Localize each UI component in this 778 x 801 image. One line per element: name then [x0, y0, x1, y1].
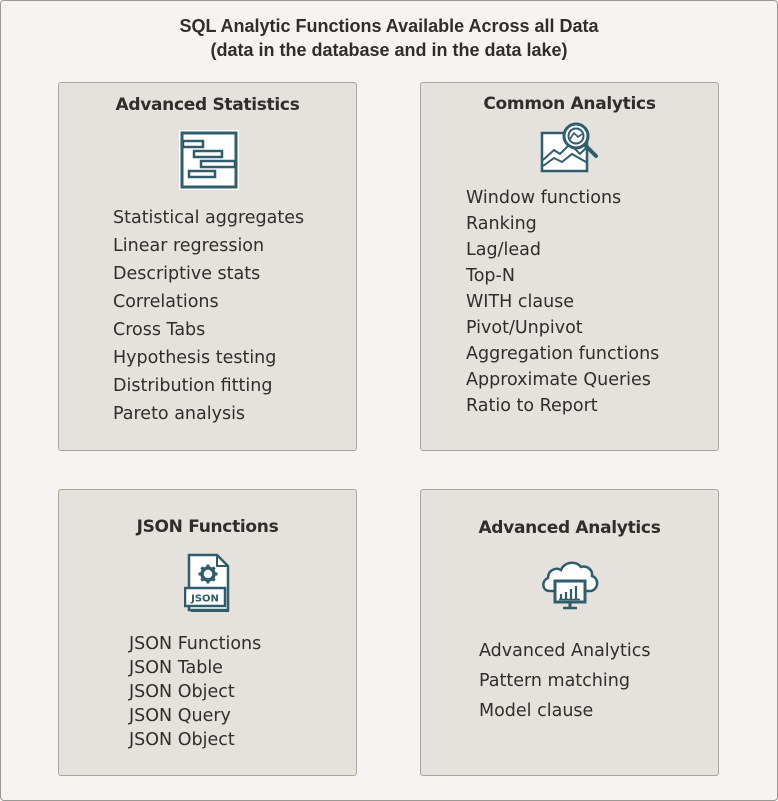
list-item: JSON Object [129, 682, 235, 702]
panel-advanced-statistics: Advanced Statistics Statistical aggregat… [58, 82, 357, 451]
list-item: Cross Tabs [113, 320, 206, 340]
panel-title: Common Analytics [483, 94, 656, 114]
gantt-chart-icon [179, 130, 239, 190]
diagram-title: SQL Analytic Functions Available Across … [0, 14, 778, 62]
list-item: JSON Table [129, 658, 223, 678]
function-list: Statistical aggregates Linear regression… [113, 204, 304, 428]
list-item: JSON Object [129, 730, 235, 750]
panel-advanced-analytics: Advanced Analytics Advanced Analytics Pa… [420, 489, 719, 776]
list-item: Lag/lead [466, 240, 541, 260]
chart-magnifier-icon [540, 122, 598, 173]
function-list: Window functions Ranking Lag/lead Top-N … [466, 185, 659, 419]
list-item: Pivot/Unpivot [466, 318, 583, 338]
list-item: Advanced Analytics [479, 641, 651, 661]
panel-json-functions: JSON Functions JSON JSON Functions JSON … [58, 489, 357, 776]
list-item: Correlations [113, 292, 219, 312]
list-item: JSON Functions [129, 634, 262, 654]
list-item: Linear regression [113, 236, 265, 256]
function-list: JSON Functions JSON Table JSON Object JS… [129, 632, 261, 752]
list-item: Aggregation functions [466, 344, 660, 364]
panel-title: Advanced Analytics [478, 518, 661, 538]
list-item: Ratio to Report [466, 396, 598, 416]
list-item: Hypothesis testing [113, 348, 277, 368]
list-item: WITH clause [466, 292, 575, 312]
title-line-1: SQL Analytic Functions Available Across … [179, 16, 599, 36]
list-item: Pattern matching [479, 671, 630, 691]
list-item: Top-N [466, 266, 515, 286]
list-item: Approximate Queries [466, 370, 651, 390]
title-line-2: (data in the database and in the data la… [210, 40, 568, 60]
cloud-monitor-icon [542, 561, 599, 610]
list-item: Window functions [466, 188, 622, 208]
list-item: Distribution fitting [113, 376, 273, 396]
list-item: Ranking [466, 214, 537, 234]
panel-title: Advanced Statistics [115, 95, 300, 115]
list-item: Pareto analysis [113, 404, 246, 424]
function-list: Advanced Analytics Pattern matching Mode… [479, 636, 650, 726]
list-item: Statistical aggregates [113, 208, 305, 228]
list-item: JSON Query [129, 706, 231, 726]
panel-title: JSON Functions [136, 517, 279, 537]
json-document-icon: JSON [184, 553, 230, 612]
json-icon-label: JSON [190, 594, 219, 605]
list-item: Descriptive stats [113, 264, 261, 284]
list-item: Model clause [479, 701, 594, 721]
panel-common-analytics: Common Analytics Window functions Rankin… [420, 82, 719, 451]
